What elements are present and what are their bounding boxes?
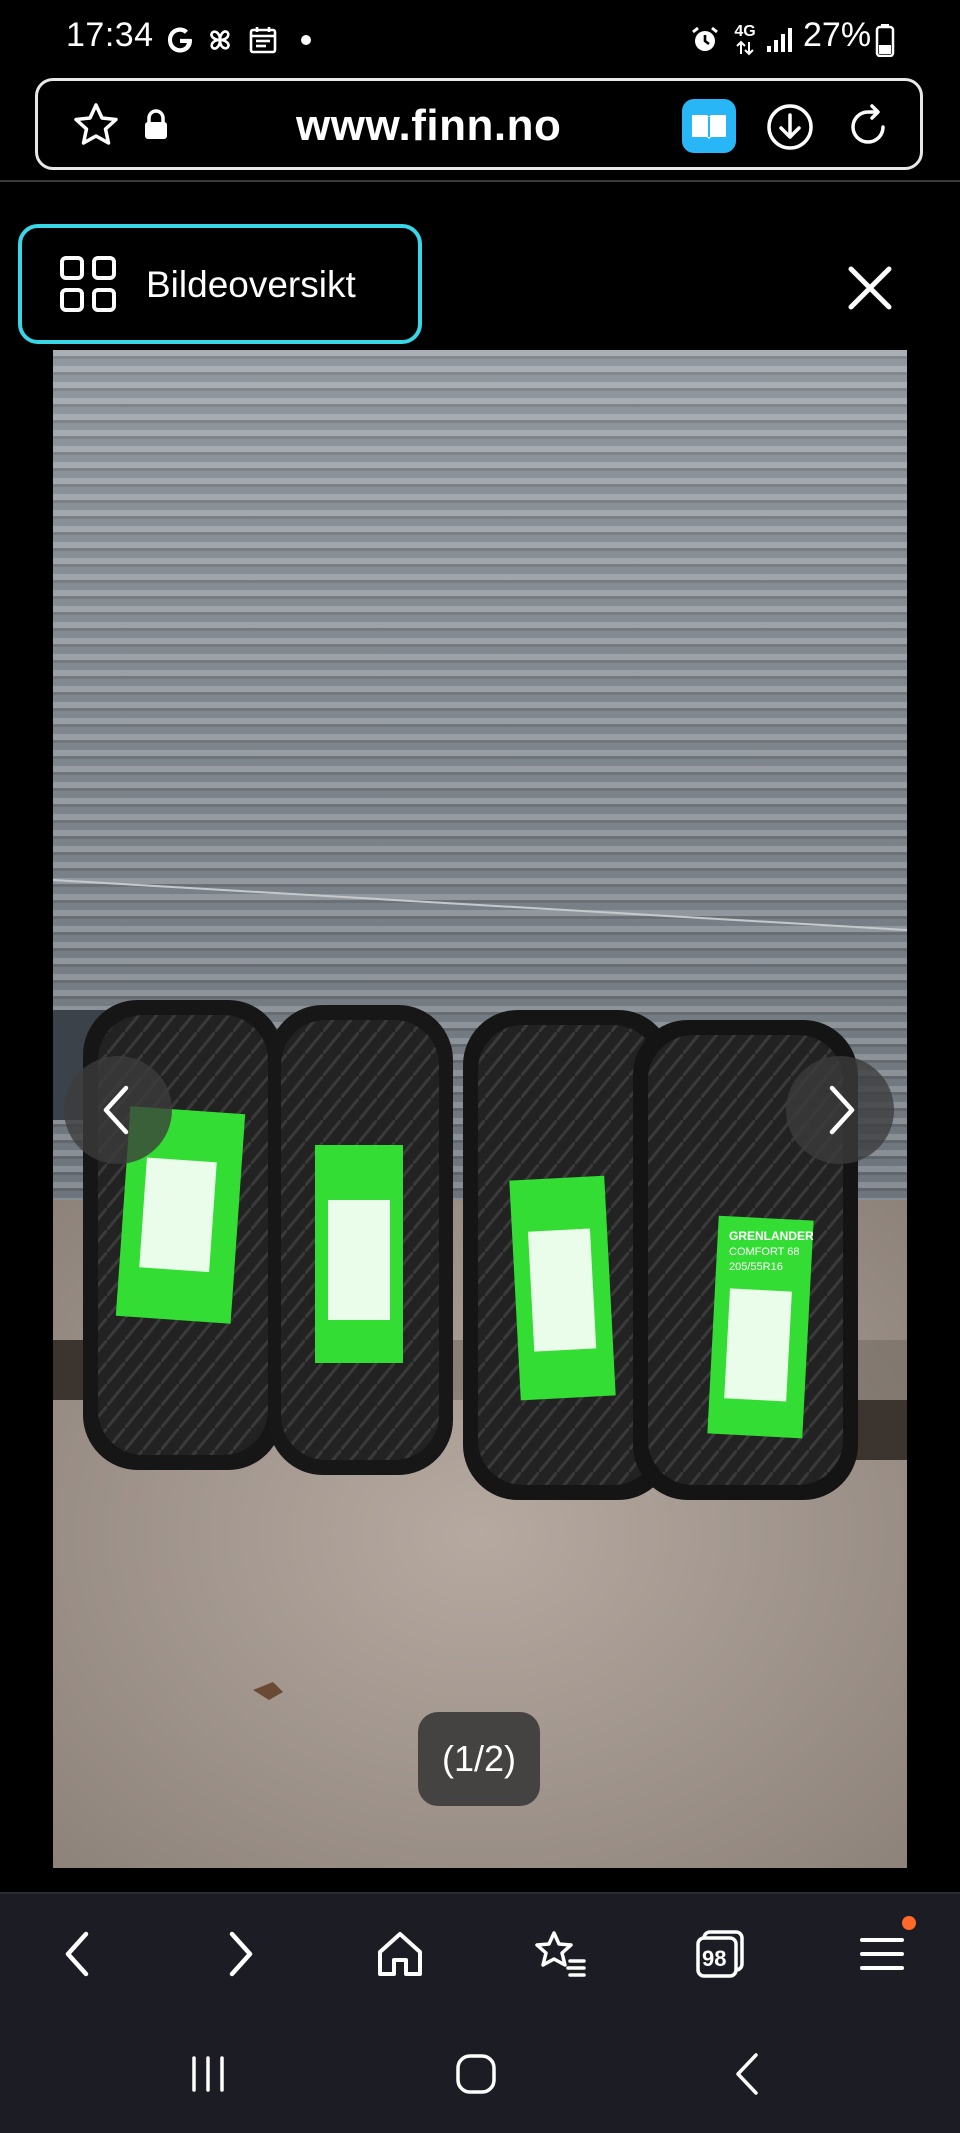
google-icon — [162, 22, 198, 58]
4g-icon: 4G — [730, 22, 760, 58]
browser-toolbar: 98 — [0, 1892, 960, 2014]
listing-photo: GRENLANDER COMFORT 68 205/55R16 — [53, 350, 907, 1868]
bookmarks-button[interactable] — [528, 1924, 592, 1984]
signal-icon — [764, 22, 794, 58]
reader-mode-icon[interactable] — [682, 99, 736, 153]
next-image-button[interactable] — [786, 1056, 894, 1164]
previous-image-button[interactable] — [64, 1056, 172, 1164]
battery-icon — [874, 22, 896, 58]
address-bar[interactable]: www.finn.no — [35, 78, 923, 170]
home-icon — [378, 1932, 422, 1976]
image-overview-label: Bildeoversikt — [146, 264, 356, 305]
status-time: 17:34 — [66, 16, 154, 54]
calendar-icon — [246, 22, 280, 58]
chevron-right-icon — [829, 1085, 855, 1135]
tabs-button[interactable]: 98 — [688, 1924, 752, 1984]
image-overview-button[interactable]: Bildeoversikt — [18, 224, 422, 344]
bookmark-star-icon[interactable] — [70, 99, 122, 151]
grid-icon — [58, 254, 118, 314]
tire-label-model: COMFORT 68 — [729, 1246, 800, 1258]
reload-icon[interactable] — [840, 99, 896, 155]
home-button[interactable] — [368, 1924, 432, 1984]
back-icon — [65, 1931, 89, 1977]
menu-icon — [860, 1938, 904, 1970]
bookmarks-star-icon — [535, 1931, 586, 1977]
system-navigation-bar — [0, 2012, 960, 2133]
home-nav-icon[interactable] — [446, 2046, 506, 2102]
back-button[interactable] — [48, 1924, 108, 1984]
tire-label-size: 205/55R16 — [729, 1261, 783, 1273]
menu-button[interactable] — [850, 1916, 916, 1984]
battery-percent: 27% — [803, 16, 872, 54]
tire-label-brand: GRENLANDER — [729, 1229, 814, 1243]
status-bar: 17:34 4G 27% — [0, 0, 960, 78]
download-icon[interactable] — [762, 99, 818, 155]
menu-notification-dot — [902, 1916, 916, 1930]
forward-button[interactable] — [210, 1924, 270, 1984]
chevron-left-icon — [103, 1085, 129, 1135]
tabs-count: 98 — [702, 1946, 727, 1971]
back-nav-icon[interactable] — [718, 2046, 778, 2102]
lock-icon — [138, 103, 174, 147]
pinwheel-icon — [202, 22, 238, 58]
close-icon[interactable] — [838, 256, 902, 320]
image-counter: (1/2) — [418, 1712, 540, 1806]
divider — [0, 180, 960, 182]
forward-icon — [229, 1931, 253, 1977]
url-text[interactable]: www.finn.no — [296, 101, 561, 151]
alarm-icon — [688, 22, 722, 58]
dot-icon — [296, 22, 316, 58]
recents-icon[interactable] — [178, 2046, 238, 2102]
